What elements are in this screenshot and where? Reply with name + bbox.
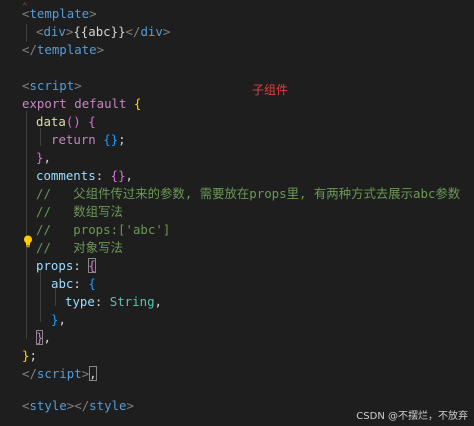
function-name: data (36, 114, 66, 129)
comment: // 数组写法 (36, 204, 123, 219)
code-line-15: props: { (36, 258, 96, 273)
tag-name: style (89, 398, 127, 413)
code-line-12: // 数组写法 (36, 203, 123, 221)
code-line-16: abc: { (51, 276, 96, 291)
indent-guide (40, 270, 41, 322)
tag-name: style (29, 398, 67, 413)
property-key: type (65, 294, 95, 309)
code-line-19: }, (36, 330, 51, 345)
code-editor[interactable]: ⌃ <template> <div>{{abc}}</div> </templa… (0, 0, 474, 426)
comment: // 对象写法 (36, 240, 123, 255)
tag-name: div (43, 24, 66, 39)
indent-guide (26, 24, 27, 42)
keyword: default (74, 96, 127, 111)
code-line-9: }, (36, 150, 51, 165)
code-line-14: // 对象写法 (36, 239, 123, 257)
tag-name: script (36, 366, 82, 381)
code-line-17: type: String, (65, 294, 162, 309)
text-cursor: , (89, 366, 97, 381)
code-line-3: </template> (22, 42, 105, 57)
tag-name: template (36, 42, 97, 57)
watermark: CSDN @不摆烂，不放弃 (356, 411, 468, 422)
code-line-21: </script>, (22, 366, 97, 381)
code-line-8: return {}; (51, 132, 126, 147)
property-key: comments (36, 168, 96, 183)
keyword: return (51, 132, 96, 147)
annotation-label: 子组件 (252, 83, 289, 97)
mustache-expression: {{abc}} (73, 24, 126, 39)
type-name: String (109, 294, 155, 309)
code-line-2: <div>{{abc}}</div> (36, 24, 171, 39)
code-line-7: data() { (36, 114, 96, 129)
code-line-6: export default { (22, 96, 142, 111)
code-line-20: }; (22, 348, 37, 363)
code-line-13: // props:['abc'] (36, 221, 170, 239)
tag-name: template (29, 6, 90, 21)
code-line-18: }, (51, 312, 66, 327)
code-line-1: <template> (22, 6, 97, 21)
tag-name: div (140, 24, 163, 39)
code-line-11: // 父组件传过来的参数, 需要放在props里, 有两种方式去展示abc参数 (36, 185, 460, 203)
lightbulb-icon[interactable] (23, 235, 33, 248)
keyword: export (22, 96, 67, 111)
property-key: abc (51, 276, 74, 291)
property-key: props (36, 258, 74, 273)
comment: // props:['abc'] (36, 222, 171, 237)
comment: // 父组件传过来的参数, 需要放在props里, 有两种方式去展示abc参数 (36, 186, 461, 201)
code-line-23: <style></style> (22, 398, 134, 413)
matched-bracket: { (88, 258, 96, 273)
tag-name: script (29, 78, 75, 93)
indent-guide (26, 111, 27, 339)
code-line-5: <script> (22, 78, 82, 93)
code-line-10: comments: {}, (36, 168, 133, 183)
